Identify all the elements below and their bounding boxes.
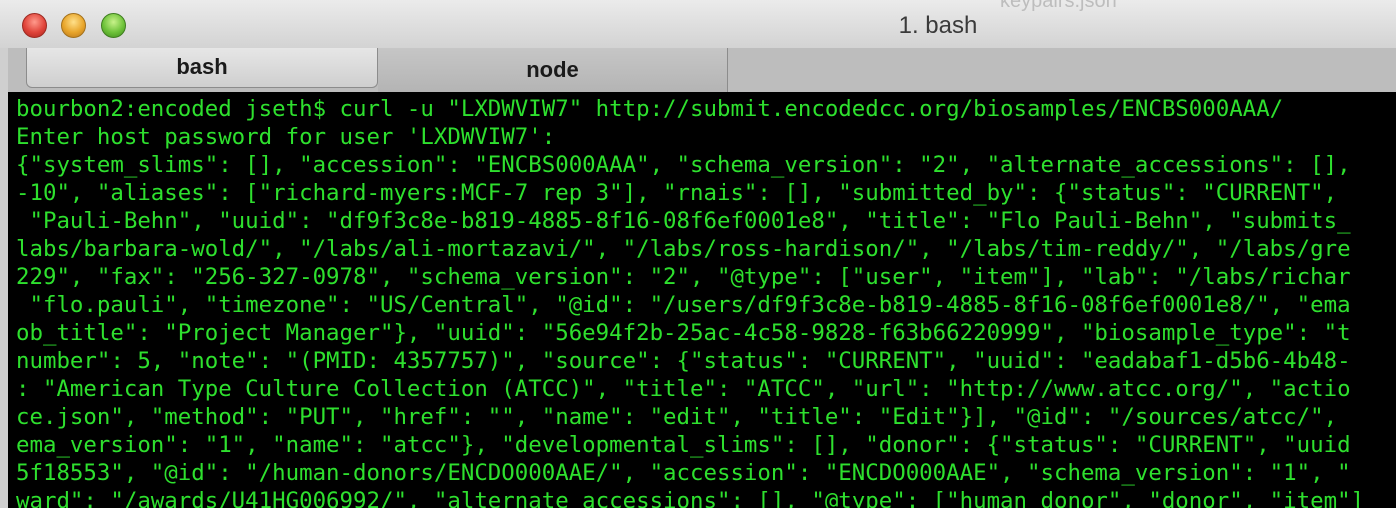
- terminal-output[interactable]: bourbon2:encoded jseth$ curl -u "LXDWVIW…: [8, 92, 1396, 508]
- terminal-line: {"system_slims": [], "accession": "ENCBS…: [16, 152, 1351, 178]
- terminal-line: "flo.pauli", "timezone": "US/Central", "…: [16, 292, 1351, 318]
- terminal-line: labs/barbara-wold/", "/labs/ali-mortazav…: [16, 236, 1351, 262]
- terminal-line: : "American Type Culture Collection (ATC…: [16, 376, 1351, 402]
- terminal-line: ward": "/awards/U41HG006992/", "alternat…: [16, 488, 1365, 508]
- terminal-line: number": 5, "note": "(PMID: 4357757)", "…: [16, 348, 1351, 374]
- terminal-line: bourbon2:encoded jseth$ curl -u "LXDWVIW…: [16, 96, 1284, 122]
- tab-bash[interactable]: bash: [26, 48, 378, 88]
- terminal-line: Enter host password for user 'LXDWVIW7':: [16, 124, 556, 150]
- tab-bar: bash node: [0, 48, 1396, 93]
- terminal-line: 5f18553", "@id": "/human-donors/ENCDO000…: [16, 460, 1351, 486]
- terminal-line: ema_version": "1", "name": "atcc"}, "dev…: [16, 432, 1351, 458]
- tab-node[interactable]: node: [378, 48, 728, 92]
- terminal-line: ob_title": "Project Manager"}, "uuid": "…: [16, 320, 1351, 346]
- terminal-line: 229", "fax": "256-327-0978", "schema_ver…: [16, 264, 1351, 290]
- terminal-window: keypairs.json 1. bash bash node bourbon2…: [0, 0, 1396, 508]
- terminal-line: ce.json", "method": "PUT", "href": "", "…: [16, 404, 1338, 430]
- terminal-line: "Pauli-Behn", "uuid": "df9f3c8e-b819-488…: [16, 208, 1351, 234]
- terminal-line: -10", "aliases": ["richard-myers:MCF-7 r…: [16, 180, 1338, 206]
- window-title: 1. bash: [898, 12, 978, 39]
- title-bar[interactable]: keypairs.json 1. bash: [0, 0, 1396, 49]
- window-left-edge: [0, 48, 8, 508]
